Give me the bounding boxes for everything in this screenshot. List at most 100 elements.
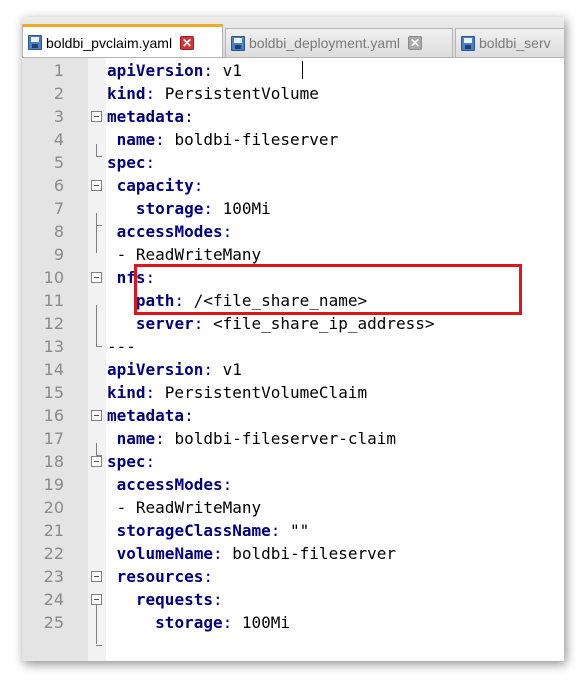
yaml-value: boldbi-fileserver (174, 130, 339, 149)
yaml-key: storage (135, 199, 204, 218)
yaml-separator: : (270, 521, 291, 540)
code-line[interactable]: 19 accessModes: (22, 473, 564, 496)
code-text: apiVersion: v1 (107, 358, 242, 381)
fold-toggle-icon[interactable] (91, 594, 102, 605)
yaml-key: spec (107, 153, 146, 172)
yaml-key: accessModes (116, 475, 223, 494)
yaml-value: v1 (222, 61, 242, 80)
code-text: kind: PersistentVolume (107, 82, 319, 105)
code-line[interactable]: 6 capacity: (22, 174, 564, 197)
yaml-key: requests (135, 590, 213, 609)
code-line[interactable]: 8 accessModes: (22, 220, 564, 243)
code-text: metadata: (107, 105, 194, 128)
yaml-separator: : (212, 544, 233, 563)
text-cursor (302, 61, 303, 79)
code-line[interactable]: 14 apiVersion: v1 (22, 358, 564, 381)
yaml-key: kind (107, 84, 146, 103)
code-text: apiVersion: v1 (107, 59, 242, 82)
code-line[interactable]: 3 metadata: (22, 105, 564, 128)
code-line[interactable]: 24 requests: (22, 588, 564, 611)
yaml-separator: : (145, 383, 165, 402)
code-line[interactable]: 20 - ReadWriteMany (22, 496, 564, 519)
fold-toggle-icon[interactable] (91, 410, 102, 421)
yaml-value: <file_share_ip_address> (212, 314, 435, 333)
code-line[interactable]: 23 resources: (22, 565, 564, 588)
line-number: 6 (53, 176, 64, 195)
yaml-key: volumeName (116, 544, 213, 563)
fold-toggle-icon[interactable] (91, 272, 102, 283)
code-text: storage: 100Mi (107, 611, 290, 634)
code-line[interactable]: 13 --- (22, 335, 564, 358)
yaml-key: resources (116, 567, 204, 586)
yaml-key: name (116, 130, 156, 149)
code-line[interactable]: 21 storageClassName: "" (22, 519, 564, 542)
code-editor[interactable]: 1 apiVersion: v1 2 kind: PersistentVolume 3 m… (22, 58, 564, 661)
line-number: 11 (43, 291, 64, 310)
line-number: 17 (43, 429, 64, 448)
code-line[interactable]: 4 name: boldbi-fileserver (22, 128, 564, 151)
yaml-key: capacity (116, 176, 194, 195)
code-text: - ReadWriteMany (107, 243, 262, 266)
yaml-value: 100Mi (222, 199, 271, 218)
code-line[interactable]: 25 storage: 100Mi (22, 611, 564, 634)
code-text: requests: (107, 588, 223, 611)
code-text: name: boldbi-fileserver (107, 128, 339, 151)
code-text: storage: 100Mi (107, 197, 271, 220)
line-number: 12 (43, 314, 64, 333)
fold-toggle-icon[interactable] (91, 456, 102, 467)
code-text: accessModes: (107, 473, 233, 496)
yaml-value: v1 (222, 360, 242, 379)
yaml-value: "" (290, 521, 310, 540)
line-number: 9 (53, 245, 64, 264)
code-text: kind: PersistentVolumeClaim (107, 381, 367, 404)
tab-boldbi-service[interactable]: boldbi_serv (455, 28, 564, 57)
code-line[interactable]: 22 volumeName: boldbi-fileserver (22, 542, 564, 565)
yaml-value: --- (107, 337, 136, 356)
line-number: 4 (53, 130, 64, 149)
yaml-key: apiVersion (107, 360, 204, 379)
code-line[interactable]: 18 spec: (22, 450, 564, 473)
yaml-separator: : (184, 406, 194, 425)
code-line[interactable]: 17 name: boldbi-fileserver-claim (22, 427, 564, 450)
yaml-key: accessModes (116, 222, 223, 241)
yaml-value: - ReadWriteMany (116, 245, 262, 264)
yaml-separator: : (145, 153, 156, 172)
yaml-separator: : (203, 567, 213, 586)
code-line[interactable]: 7 storage: 100Mi (22, 197, 564, 220)
code-line[interactable]: 16 metadata: (22, 404, 564, 427)
yaml-separator: : (222, 222, 233, 241)
code-line[interactable]: 2 kind: PersistentVolume (22, 82, 564, 105)
code-text: server: <file_share_ip_address> (107, 312, 435, 335)
code-text: spec: (107, 151, 155, 174)
line-number: 2 (53, 84, 64, 103)
close-icon[interactable]: ✕ (407, 36, 422, 50)
line-number: 3 (53, 107, 64, 126)
yaml-key: spec (107, 452, 146, 471)
line-number: 21 (43, 521, 64, 540)
yaml-separator: : (212, 590, 223, 609)
code-line[interactable]: 12 server: <file_share_ip_address> (22, 312, 564, 335)
line-number: 13 (43, 337, 64, 356)
yaml-separator: : (155, 130, 175, 149)
code-line[interactable]: 5 spec: (22, 151, 564, 174)
tab-boldbi-deployment[interactable]: boldbi_deployment.yaml ✕ (225, 28, 453, 57)
tab-boldbi-pvclaim[interactable]: boldbi_pvclaim.yaml ✕ (22, 24, 223, 57)
tab-label: boldbi_serv (479, 35, 551, 51)
yaml-value: boldbi-fileserver (232, 544, 396, 563)
code-line[interactable]: 15 kind: PersistentVolumeClaim (22, 381, 564, 404)
code-line[interactable]: 9 - ReadWriteMany (22, 243, 564, 266)
close-icon[interactable]: ✕ (180, 35, 195, 50)
yaml-key: apiVersion (107, 61, 204, 80)
line-number: 24 (43, 590, 64, 609)
yaml-separator: : (203, 360, 223, 379)
fold-toggle-icon[interactable] (91, 111, 102, 122)
fold-toggle-icon[interactable] (91, 180, 102, 191)
tab-bar: boldbi_pvclaim.yaml ✕ boldbi_deployment.… (22, 17, 564, 58)
code-line[interactable]: 1 apiVersion: v1 (22, 59, 564, 82)
fold-toggle-icon[interactable] (91, 571, 102, 582)
line-number: 23 (43, 567, 64, 586)
line-number: 8 (53, 222, 64, 241)
yaml-separator: : (193, 314, 213, 333)
yaml-key: metadata (107, 406, 185, 425)
line-number: 25 (43, 613, 64, 632)
